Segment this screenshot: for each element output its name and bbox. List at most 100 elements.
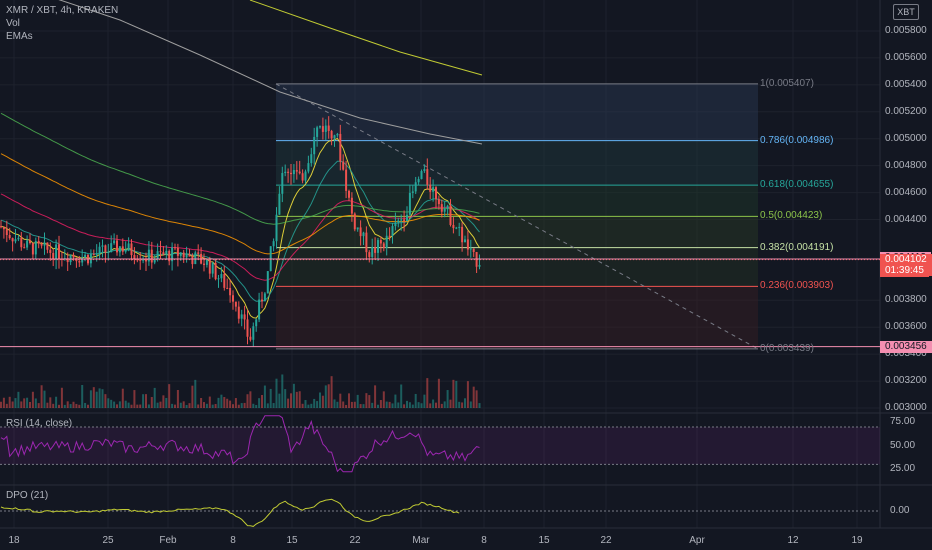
candle-body: [406, 214, 408, 221]
fib-level-label: 1(0.005407): [760, 77, 814, 89]
candle-body: [365, 232, 368, 253]
volume-bar: [176, 389, 179, 408]
fib-retracement[interactable]: [275, 83, 759, 350]
candle-body: [319, 126, 321, 128]
time-axis-label: 15: [286, 535, 298, 546]
candle-body: [403, 219, 406, 221]
candle-body: [426, 169, 429, 185]
volume-bar: [397, 402, 400, 408]
volume-bar: [461, 402, 464, 408]
volume-bar: [379, 400, 382, 408]
price-axis-label: 0.005000: [885, 132, 927, 144]
volume-bar: [11, 401, 14, 408]
candle-body: [127, 243, 130, 251]
volume-bar: [191, 385, 194, 408]
candle-body: [72, 254, 75, 258]
candle-body: [348, 190, 350, 198]
volume-bar: [49, 397, 52, 408]
candle-body: [229, 287, 232, 296]
candle-body: [34, 241, 37, 255]
time-axis-label: 8: [481, 535, 487, 546]
candle-body: [284, 171, 287, 174]
candle-body: [452, 224, 455, 229]
candle-body: [95, 253, 98, 255]
volume-bar: [171, 403, 174, 408]
candle-body: [266, 271, 269, 294]
price-badge-lower: 0.003456: [880, 340, 932, 353]
candle-body: [278, 193, 281, 215]
volume-bar: [327, 384, 330, 408]
candle-body: [414, 182, 417, 192]
volume-bar: [452, 379, 455, 408]
rsi-title[interactable]: RSI (14, close): [6, 418, 72, 429]
time-axis-label: 22: [600, 535, 612, 546]
candle-body: [84, 254, 87, 258]
candle-body: [316, 127, 319, 137]
volume-bar: [127, 402, 130, 408]
candle-body: [449, 205, 452, 225]
volume-bar: [382, 391, 385, 408]
candle-body: [165, 250, 168, 255]
fib-level-label: 0.618(0.004655): [760, 179, 834, 191]
candle-body: [255, 319, 258, 327]
volume-bar: [130, 404, 133, 408]
volume-bar: [255, 404, 258, 408]
volume-bar: [87, 404, 89, 408]
volume-bar: [388, 401, 391, 408]
symbol-title[interactable]: XMR / XBT, 4h, KRAKEN: [6, 4, 118, 17]
time-axis-label: 18: [8, 535, 20, 546]
volume-bar: [336, 401, 339, 408]
price-axis-label: 0.004800: [885, 159, 927, 171]
volume-bar: [40, 385, 43, 408]
candle-body: [156, 251, 159, 259]
volume-bar: [449, 399, 452, 408]
volume-bar: [350, 401, 353, 408]
time-axis-label: 12: [787, 535, 799, 546]
price-axis-label: 0.004600: [885, 186, 927, 198]
candle-body: [446, 205, 449, 209]
volume-bar: [113, 401, 116, 408]
volume-bar: [217, 397, 220, 408]
volume-bar: [66, 401, 69, 408]
fib-level-label: 0(0.003439): [760, 342, 814, 354]
volume-bar: [258, 398, 261, 408]
volume-bar: [185, 404, 188, 408]
candle-body: [211, 262, 214, 274]
candle-body: [246, 319, 249, 337]
volume-bar: [159, 401, 162, 408]
candle-body: [188, 253, 191, 257]
volume-bar: [168, 384, 171, 408]
currency-button[interactable]: XBT: [893, 4, 919, 20]
candle-body: [443, 208, 446, 212]
candle-body: [69, 254, 72, 263]
volume-bar: [43, 390, 46, 408]
volume-bar: [371, 402, 374, 408]
candle-body: [78, 261, 81, 263]
price-axis-label: 0.005400: [885, 78, 927, 90]
volume-bar: [153, 387, 156, 408]
candle-body: [437, 199, 440, 205]
volume-bar: [429, 403, 432, 408]
fib-zone: [276, 286, 758, 349]
candle-body: [243, 314, 246, 320]
volume-bar: [162, 395, 165, 408]
volume-bar: [110, 399, 113, 408]
volume-bar: [34, 398, 37, 408]
candle-body: [298, 171, 301, 174]
candle-body: [417, 179, 420, 183]
volume-bar: [229, 400, 232, 408]
candle-body: [98, 246, 101, 254]
volume-bar: [165, 397, 168, 408]
volume-bar: [118, 401, 121, 408]
volume-bar: [417, 402, 420, 408]
volume-bar: [307, 404, 310, 408]
candle-body: [292, 170, 295, 175]
volume-bar: [232, 404, 234, 408]
emas-indicator-label[interactable]: EMAs: [6, 30, 118, 43]
candle-body: [121, 246, 124, 252]
candle-body: [287, 171, 290, 173]
dpo-title[interactable]: DPO (21): [6, 490, 48, 501]
volume-bar: [345, 404, 348, 408]
volume-bar: [188, 403, 191, 408]
vol-indicator-label[interactable]: Vol: [6, 17, 118, 30]
